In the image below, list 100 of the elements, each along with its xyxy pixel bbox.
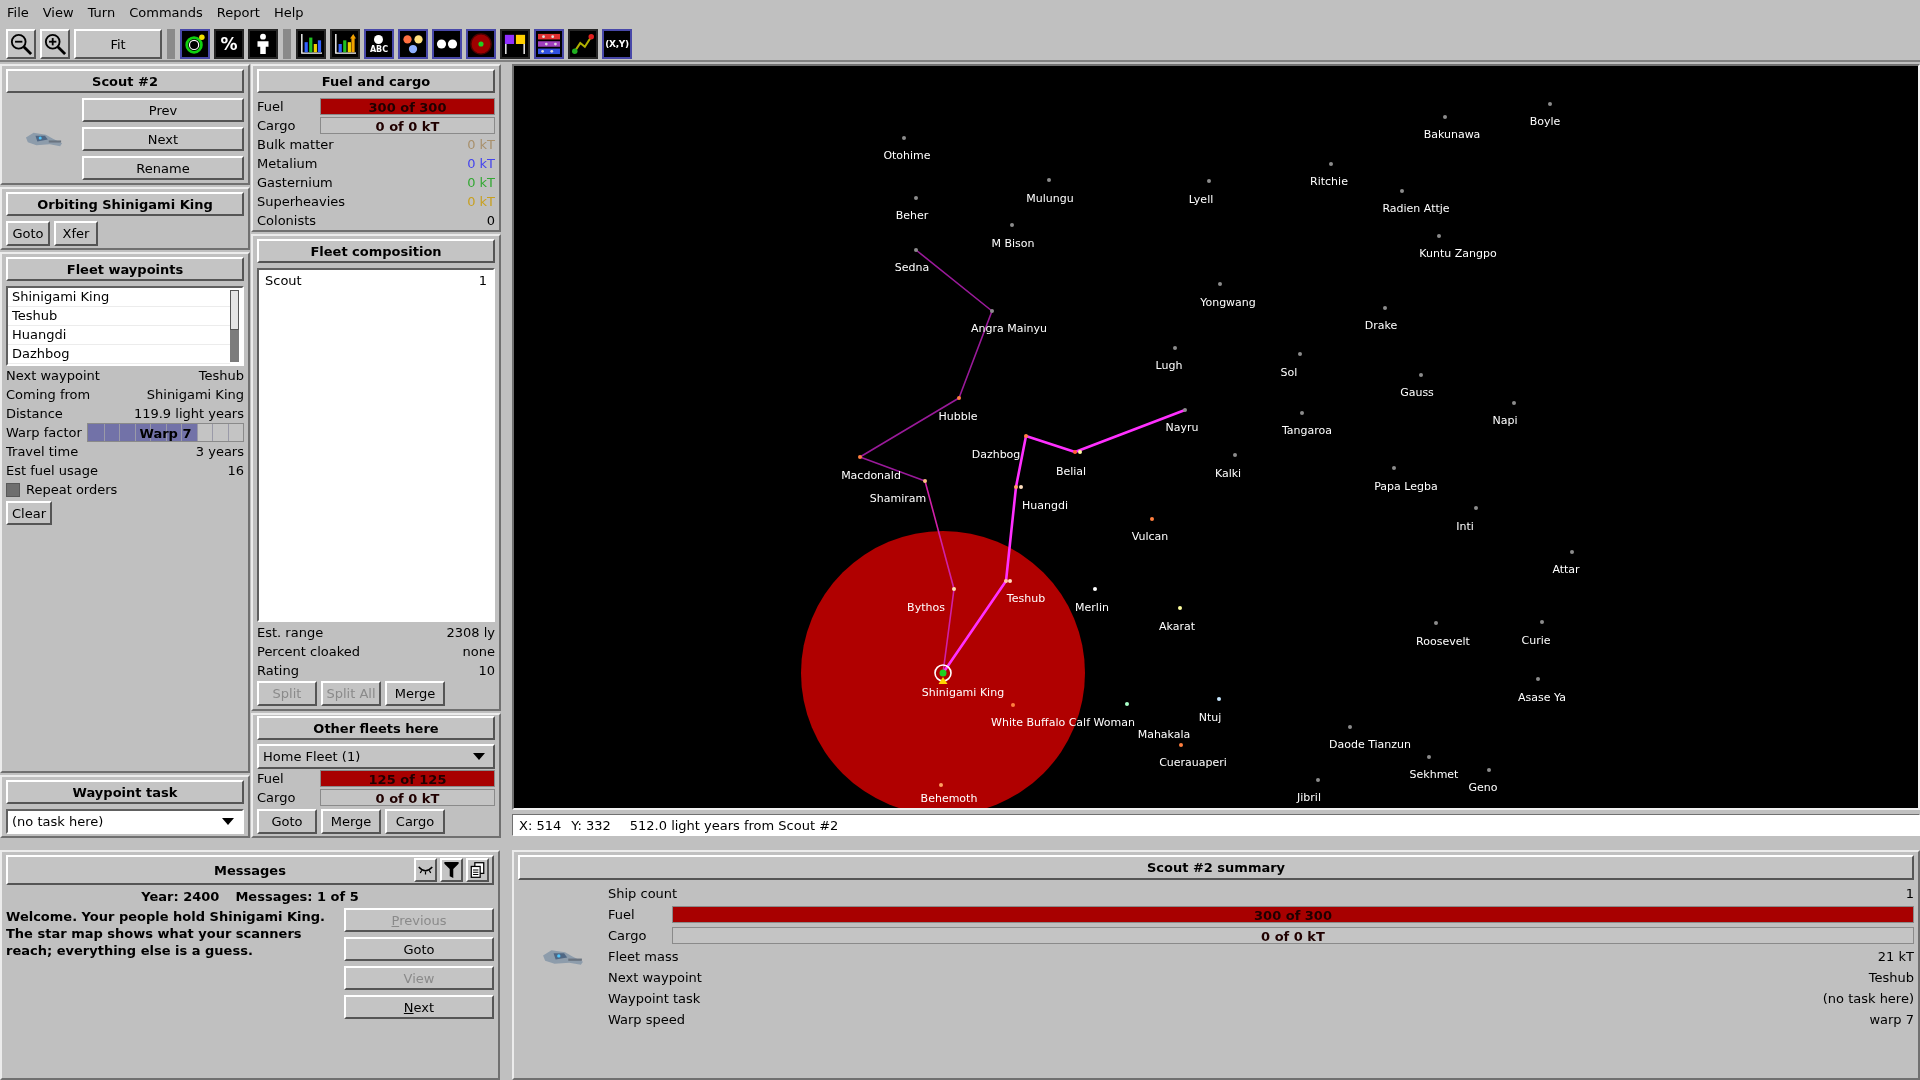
star-label: Bakunawa <box>1423 128 1481 141</box>
toolbar-button[interactable]: ABC <box>364 29 394 59</box>
star-label: Daode Tianzun <box>1328 738 1412 751</box>
star-label: Lugh <box>1155 359 1183 372</box>
goto-button[interactable]: Goto <box>344 937 494 961</box>
toolbar-button[interactable] <box>568 29 598 59</box>
menu-item[interactable]: Commands <box>122 2 210 23</box>
star-label: Otohime <box>883 149 931 162</box>
next-button[interactable]: Next <box>344 995 494 1019</box>
waypoint-item[interactable]: Dazhbog <box>8 345 230 364</box>
status-text: X: 514 <box>519 817 562 833</box>
toolbar-button[interactable]: (X,Y) <box>602 29 632 59</box>
clear-button[interactable]: Clear <box>6 501 52 525</box>
field-value: 2308 ly <box>446 625 495 640</box>
fit-button[interactable]: Fit <box>74 29 162 59</box>
toolbar-button[interactable]: % <box>214 29 244 59</box>
star-label: Beher <box>895 209 929 222</box>
zoom-in-button[interactable] <box>40 29 70 59</box>
field-label: Ship count <box>608 886 678 901</box>
warp-slider[interactable]: Warp 7 <box>87 423 244 442</box>
cargo-header: Fuel and cargo <box>257 69 495 93</box>
field-value: Teshub <box>198 368 244 383</box>
hide-button[interactable] <box>414 858 437 882</box>
checkbox-label[interactable]: Repeat orders <box>26 482 118 497</box>
waypoint-item[interactable]: Shinigami King <box>8 288 230 307</box>
field-label: Cargo <box>257 118 297 133</box>
field-label: Warp speed <box>608 1012 685 1027</box>
toolbar-button[interactable] <box>330 29 360 59</box>
toolbar-button[interactable] <box>398 29 428 59</box>
star-label: Vulcan <box>1131 530 1169 543</box>
menu-item[interactable]: View <box>35 2 81 23</box>
transfer-button[interactable]: Xfer <box>54 221 98 246</box>
star-map[interactable] <box>512 64 1920 810</box>
goto-button[interactable]: Goto <box>6 221 50 246</box>
ship-type[interactable]: Scout <box>265 273 302 288</box>
waypoint-item[interactable]: Huangdi <box>8 326 230 345</box>
merge-button[interactable]: Merge <box>321 809 381 834</box>
menu-item[interactable]: File <box>0 2 36 23</box>
star-label: Ntuj <box>1198 711 1222 724</box>
field-label: Fuel <box>257 99 285 114</box>
goto-button[interactable]: Goto <box>257 809 317 834</box>
selection-ring-icon <box>934 664 952 682</box>
star-label: Mulungu <box>1026 192 1074 205</box>
menu-item[interactable]: Help <box>266 2 311 23</box>
field-value: warp 7 <box>1869 1012 1914 1027</box>
fleet-marker-icon <box>938 677 948 684</box>
zoom-out-icon <box>10 33 32 55</box>
field-value: 0 kT <box>467 175 495 190</box>
star-label: Sol <box>1280 366 1298 379</box>
star-label: Gauss <box>1400 386 1434 399</box>
star-label: Papa Legba <box>1374 480 1438 493</box>
toolbar-button[interactable] <box>180 29 210 59</box>
toolbar-separator <box>167 29 175 59</box>
filter-button[interactable] <box>440 858 463 882</box>
toolbar-button[interactable] <box>296 29 326 59</box>
field-label: Coming from <box>6 387 91 402</box>
star-label: Sedna <box>894 261 930 274</box>
menu-item[interactable]: Report <box>209 2 267 23</box>
checkbox[interactable] <box>6 482 20 497</box>
toolbar-button[interactable] <box>432 29 462 59</box>
warp-reading: Warp 7 <box>139 425 192 440</box>
menu-item[interactable]: Turn <box>80 2 123 23</box>
field-value: 16 <box>227 463 244 478</box>
copy-button[interactable] <box>466 858 489 882</box>
star-label: Akarat <box>1159 620 1195 633</box>
message-text: Welcome. Your people hold Shinigami King. The star map shows what your scanners reach; everything else is a guess. <box>6 908 326 960</box>
gauge-reading: 0 of 0 kT <box>375 790 440 805</box>
field-value: 119.9 light years <box>133 406 244 421</box>
star-label: Boyle <box>1529 115 1561 128</box>
star-label: Roosevelt <box>1416 635 1470 648</box>
field-value: 3 years <box>195 444 244 459</box>
field-value: 1 <box>1905 886 1914 901</box>
line-chart-icon <box>572 33 594 55</box>
task-dropdown[interactable]: (no task here) <box>6 809 244 834</box>
field-label: Rating <box>257 663 299 678</box>
gauge-reading: 125 of 125 <box>368 771 447 786</box>
zoom-out-button[interactable] <box>6 29 36 59</box>
star-label: Radien Attje <box>1382 202 1450 215</box>
toolbar-button[interactable] <box>500 29 530 59</box>
fleet-name-header: Scout #2 <box>6 69 244 93</box>
field-value: 0 kT <box>467 156 495 171</box>
status-text: Y: 332 <box>571 817 611 833</box>
field-label: Colonists <box>257 213 317 228</box>
fleet-dropdown[interactable]: Home Fleet (1) <box>257 744 495 769</box>
scrollbar-thumb[interactable] <box>230 290 239 330</box>
cargo-button[interactable]: Cargo <box>385 809 445 834</box>
target-disc-icon <box>470 33 492 55</box>
toolbar-button[interactable] <box>534 29 564 59</box>
waypoint-item[interactable]: Teshub <box>8 307 230 326</box>
toolbar-button[interactable] <box>248 29 278 59</box>
location-header: Orbiting Shinigami King <box>6 192 244 216</box>
scrollbar[interactable] <box>230 290 239 362</box>
prev-button[interactable]: Prev <box>82 98 244 122</box>
gauge-reading: 300 of 300 <box>1254 907 1332 922</box>
merge-button[interactable]: Merge <box>385 681 445 706</box>
next-button[interactable]: Next <box>82 127 244 151</box>
field-value: none <box>462 644 495 659</box>
rename-button[interactable]: Rename <box>82 156 244 180</box>
star-label: Mahakala <box>1137 728 1191 741</box>
field-label: Fuel <box>608 907 636 922</box>
